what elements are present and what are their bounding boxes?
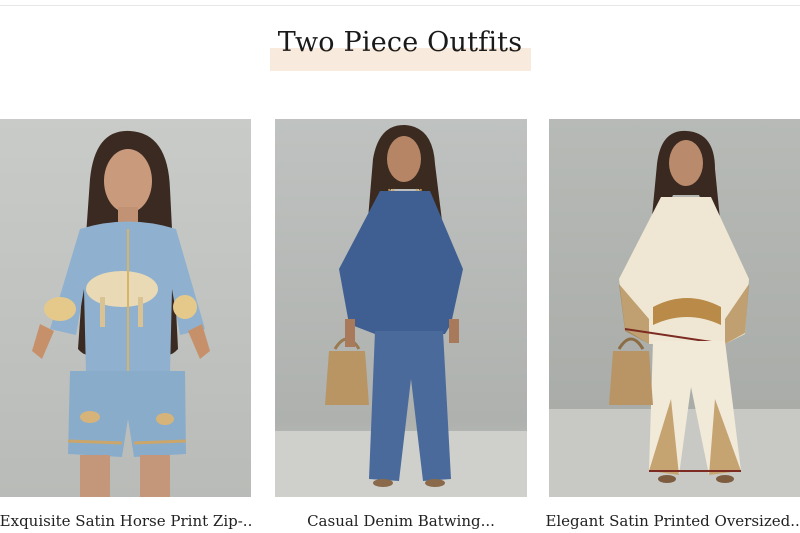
product-image[interactable]	[0, 119, 251, 497]
product-card[interactable]: Exquisite Satin Horse Print Zip-..	[0, 119, 252, 530]
product-card[interactable]: Elegant Satin Printed Oversized...	[545, 119, 800, 530]
product-name[interactable]: Elegant Satin Printed Oversized...	[539, 512, 800, 530]
product-name[interactable]: Exquisite Satin Horse Print Zip-..	[0, 512, 262, 530]
product-card[interactable]: Casual Denim Batwing...	[275, 119, 527, 530]
product-grid: Exquisite Satin Horse Print Zip-.. Casua…	[0, 119, 800, 533]
product-image[interactable]	[275, 119, 527, 497]
product-name[interactable]: Casual Denim Batwing...	[265, 512, 537, 530]
section-header: Two Piece Outfits	[0, 26, 800, 60]
top-divider	[0, 5, 800, 6]
section-title: Two Piece Outfits	[277, 27, 523, 58]
product-image[interactable]	[549, 119, 800, 497]
